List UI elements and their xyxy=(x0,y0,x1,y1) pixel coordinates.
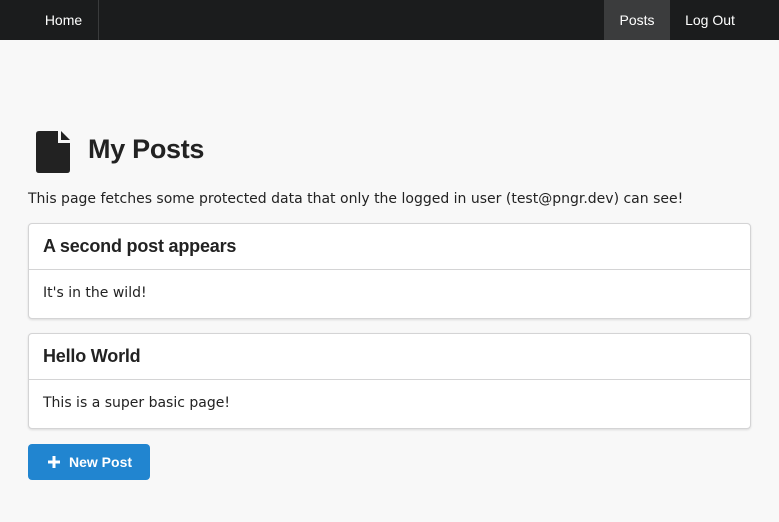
plus-icon xyxy=(48,456,60,468)
post-title: Hello World xyxy=(29,334,750,380)
nav-home-link[interactable]: Home xyxy=(29,0,99,40)
new-post-button[interactable]: New Post xyxy=(28,444,150,480)
new-post-button-label: New Post xyxy=(69,454,133,470)
post-card: A second post appears It's in the wild! xyxy=(28,223,751,319)
post-card: Hello World This is a super basic page! xyxy=(28,333,751,429)
nav-logout-link[interactable]: Log Out xyxy=(670,0,750,40)
page-title: My Posts xyxy=(88,134,205,164)
top-navbar: Home Posts Log Out xyxy=(0,0,779,40)
post-body: This is a super basic page! xyxy=(43,395,230,411)
intro-text: This page fetches some protected data th… xyxy=(28,191,684,207)
file-icon xyxy=(36,131,70,173)
post-title: A second post appears xyxy=(29,224,750,270)
post-body: It's in the wild! xyxy=(43,285,147,301)
nav-posts-link[interactable]: Posts xyxy=(604,0,670,40)
